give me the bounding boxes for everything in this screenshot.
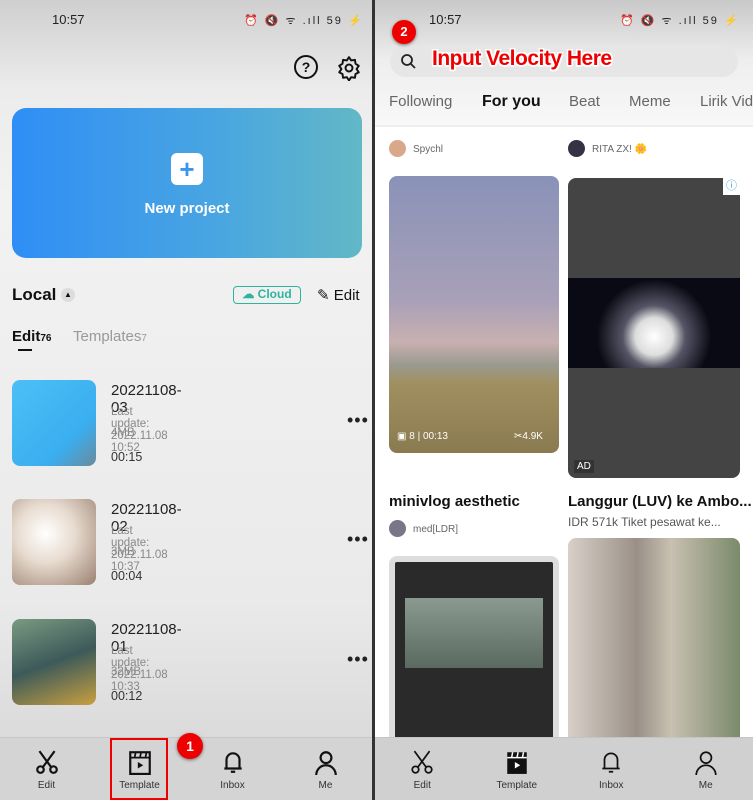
project-size: 4MB: [111, 427, 135, 439]
tab-underline: [18, 349, 32, 351]
tab-for-you[interactable]: For you: [482, 93, 541, 111]
pencil-icon: ✎: [317, 287, 334, 304]
tab-count: 7: [141, 333, 147, 344]
tab-beat[interactable]: Beat: [569, 93, 600, 110]
tab-templates[interactable]: Templates7: [73, 328, 147, 345]
project-duration: 00:15: [111, 450, 143, 464]
project-thumbnail[interactable]: [12, 499, 96, 585]
nav-template[interactable]: Template: [470, 738, 565, 800]
ad-image: [568, 278, 740, 368]
status-icons: ⏰ 🔇 ᯤ .ıll 59 ⚡: [244, 15, 364, 27]
plus-icon: +: [171, 153, 203, 185]
nav-edit[interactable]: Edit: [375, 738, 470, 800]
clapper-filled-icon: [507, 752, 527, 774]
bell-icon: [602, 752, 620, 773]
author-name[interactable]: med[LDR]: [413, 524, 458, 535]
bottom-nav: Edit Template Inbox Me: [375, 737, 753, 800]
clip-info: ▣ 8 | 00:13: [397, 431, 448, 442]
search-icon: [401, 54, 416, 69]
avatar[interactable]: [389, 520, 406, 537]
annotation-text: Input Velocity Here: [432, 47, 612, 70]
home-screen: 10:57 ⏰ 🔇 ᯤ .ıll 59 ⚡ ? + New project Lo…: [0, 0, 372, 800]
nav-edit[interactable]: Edit: [0, 738, 93, 800]
more-icon[interactable]: •••: [347, 649, 369, 670]
ad-thumbnail[interactable]: ⓘ AD: [568, 178, 740, 478]
project-size: 32MB: [111, 666, 142, 678]
template-screen: 10:57 ⏰ 🔇 ᯤ .ıll 59 ⚡ Input Velocity Her…: [375, 0, 753, 800]
project-thumbnail[interactable]: [12, 619, 96, 705]
cloud-button[interactable]: ☁ Cloud: [233, 286, 301, 304]
tab-meme[interactable]: Meme: [629, 93, 671, 110]
template-thumbnail[interactable]: ▣ 8 | 00:13 ✂4.9K: [389, 176, 559, 453]
use-count: 4.9K: [522, 431, 543, 442]
nav-label: Me: [698, 780, 713, 791]
cloud-label: Cloud: [257, 287, 292, 301]
person-icon: [695, 751, 717, 776]
local-title: Local: [12, 285, 57, 304]
nav-me[interactable]: Me: [279, 738, 372, 800]
project-thumbnail[interactable]: [12, 380, 96, 466]
divider: [375, 125, 753, 127]
more-icon[interactable]: •••: [347, 410, 369, 431]
tab-label: Templates: [73, 328, 142, 345]
new-project-label: New project: [144, 200, 230, 217]
status-time: 10:57: [429, 12, 462, 27]
nav-inbox[interactable]: Inbox: [564, 738, 659, 800]
collapse-icon[interactable]: ▲: [61, 288, 75, 302]
uses-info: ✂4.9K: [514, 431, 543, 442]
project-duration: 00:04: [111, 569, 143, 583]
author-name[interactable]: RITA ZX! 🌼: [592, 144, 647, 155]
template-thumbnail[interactable]: [568, 538, 740, 758]
project-duration: 00:12: [111, 689, 143, 703]
ad-subtitle: IDR 571k Tiket pesawat ke...: [568, 515, 721, 529]
info-icon[interactable]: ⓘ: [723, 178, 740, 195]
nav-label: Inbox: [220, 780, 245, 791]
status-time: 10:57: [52, 12, 85, 27]
nav-label: Inbox: [599, 780, 624, 791]
status-icons: ⏰ 🔇 ᯤ .ıll 59 ⚡: [620, 15, 740, 27]
cloud-icon: ☁: [242, 287, 258, 301]
template-thumbnail[interactable]: [389, 556, 559, 756]
step-badge: 2: [392, 20, 416, 44]
project-size: 3MB: [111, 546, 135, 558]
clip-count: 8: [409, 431, 415, 442]
avatar[interactable]: [568, 140, 585, 157]
tab-following[interactable]: Following: [389, 93, 452, 110]
edit-label: Edit: [333, 287, 360, 304]
nav-label: Template: [496, 780, 538, 791]
nav-label: Edit: [37, 780, 56, 791]
highlight-box: [110, 738, 168, 800]
tab-label: Edit: [12, 328, 41, 345]
tab-count: 76: [40, 333, 52, 344]
help-icon[interactable]: ?: [294, 55, 318, 79]
template-title[interactable]: minivlog aesthetic: [389, 493, 520, 510]
ad-title[interactable]: Langgur (LUV) ke Ambo...: [568, 493, 752, 510]
settings-icon[interactable]: [336, 55, 362, 81]
author-name[interactable]: Spychl: [413, 144, 443, 155]
avatar[interactable]: [389, 140, 406, 157]
bell-icon: [223, 752, 242, 773]
step-badge: 1: [177, 733, 203, 759]
nav-label: Me: [318, 780, 333, 791]
ad-label: AD: [574, 460, 594, 473]
clip-duration: 00:13: [422, 431, 448, 442]
tab-lirik-video[interactable]: Lirik Vid: [700, 93, 753, 110]
new-project-button[interactable]: + New project: [12, 108, 362, 258]
nav-me[interactable]: Me: [659, 738, 753, 800]
nav-label: Edit: [413, 780, 431, 791]
scissors-icon: [411, 750, 433, 774]
person-icon: [314, 751, 337, 776]
more-icon[interactable]: •••: [347, 529, 369, 550]
edit-button[interactable]: ✎ Edit: [317, 286, 360, 304]
tab-edit[interactable]: Edit76: [12, 328, 51, 345]
scissors-icon: [35, 750, 58, 774]
